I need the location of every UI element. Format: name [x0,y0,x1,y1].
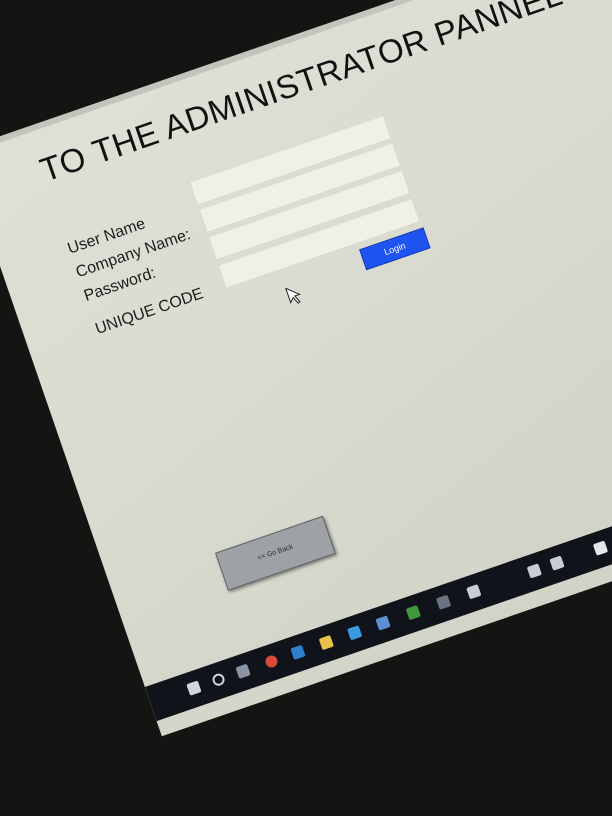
monitor-screen: TO THE ADMINISTRATOR PANNEL User Name Co… [0,0,612,737]
file-explorer-icon[interactable] [318,634,334,651]
start-icon[interactable] [186,680,202,696]
taskbar [144,459,612,722]
notepad-icon[interactable] [466,584,482,600]
network-icon[interactable] [526,563,542,579]
search-icon[interactable] [210,672,227,688]
task-view-icon[interactable] [235,663,251,679]
photos-icon[interactable] [405,604,421,621]
edge-icon[interactable] [290,644,306,660]
notification-icon[interactable] [592,540,609,556]
go-back-button[interactable]: << Go Back [215,515,336,591]
mouse-cursor-icon [284,287,301,304]
chrome-icon[interactable] [263,653,280,670]
volume-icon[interactable] [549,555,565,571]
store-icon[interactable] [347,625,363,641]
app-icon[interactable] [435,594,452,610]
mail-icon[interactable] [375,615,391,631]
